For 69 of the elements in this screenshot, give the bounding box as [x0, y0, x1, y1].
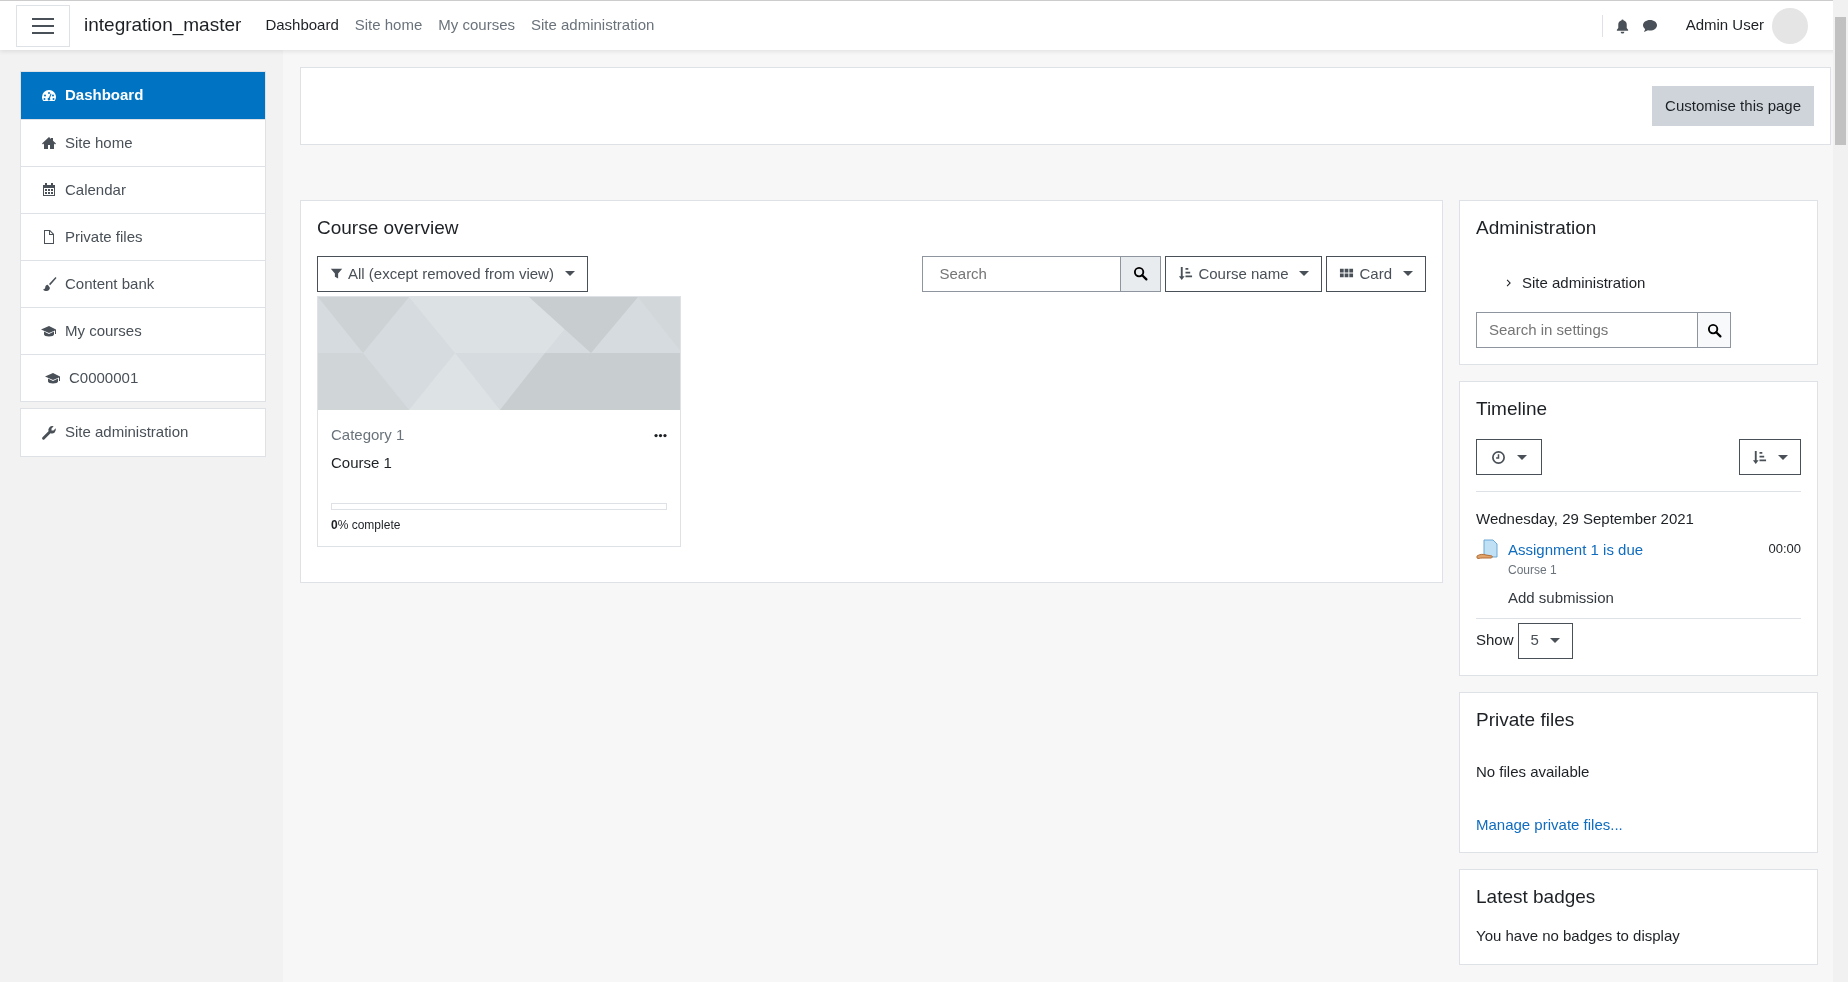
page-size-dropdown[interactable]: 5 [1517, 622, 1573, 659]
nav-link[interactable]: My courses [430, 14, 523, 37]
scrollbar-thumb[interactable] [1835, 17, 1846, 145]
graduation-cap-icon [41, 323, 57, 339]
file-icon [41, 229, 57, 245]
search-icon [1133, 266, 1149, 282]
block-title: Course overview [317, 217, 460, 240]
wrench-icon [41, 424, 57, 441]
settings-search-field[interactable]: Search in settings [1476, 312, 1698, 349]
block-title: Latest badges [1476, 886, 1597, 910]
caret-icon [1549, 638, 1560, 644]
brush-icon [41, 276, 57, 292]
caret-icon [1403, 271, 1413, 277]
bell-icon[interactable] [1614, 17, 1630, 34]
show-label: Show [1476, 630, 1514, 651]
sidebar-item[interactable]: Dashboard [21, 72, 265, 119]
sidebar-item[interactable]: C0000001 [21, 354, 265, 401]
user-name[interactable]: Admin User [1685, 14, 1764, 37]
empty-message: You have no badges to display [1476, 926, 1681, 947]
block-title: Timeline [1476, 398, 1549, 422]
caret-icon [564, 271, 575, 277]
menu-icon [32, 17, 54, 34]
action-link[interactable]: Add submission [1508, 587, 1614, 610]
sidebar-item[interactable]: Site home [21, 119, 265, 166]
sort-dropdown[interactable]: Course name [1165, 255, 1323, 292]
graduation-cap-icon [45, 370, 61, 386]
sidebar-item[interactable]: Private files [21, 213, 265, 260]
search-button[interactable] [1121, 255, 1162, 292]
calendar-icon [41, 182, 57, 198]
nav-link[interactable]: Dashboard [257, 14, 347, 37]
nav-link[interactable]: Site home [346, 14, 431, 37]
sidebar-item[interactable]: Site administration [21, 409, 265, 456]
view-dropdown[interactable]: Card [1326, 255, 1426, 292]
event-course: Course 1 [1508, 562, 1558, 580]
scrollbar[interactable] [1833, 0, 1848, 982]
menu-button[interactable] [16, 4, 70, 47]
search-field[interactable]: Search [922, 255, 1122, 292]
caret-icon [1778, 454, 1788, 460]
tree-item[interactable]: Site administration [1504, 271, 1801, 295]
dashboard-icon [41, 87, 57, 104]
nav-link[interactable]: Site administration [523, 14, 663, 37]
sort-icon [1178, 266, 1194, 282]
filter-icon [330, 267, 343, 281]
filter-dropdown[interactable]: All (except removed from view) [317, 255, 588, 292]
sort-dropdown[interactable] [1739, 439, 1801, 476]
sort-icon [1752, 449, 1767, 465]
chat-icon[interactable] [1641, 17, 1658, 34]
clock-icon [1491, 449, 1506, 465]
date-filter-dropdown[interactable] [1476, 439, 1542, 476]
customise-button[interactable]: Customise this page [1652, 85, 1814, 127]
sidebar-item[interactable]: Content bank [21, 260, 265, 307]
block-title: Private files [1476, 708, 1576, 732]
timeline-date: Wednesday, 29 September 2021 [1476, 509, 1695, 530]
search-button[interactable] [1698, 312, 1731, 349]
home-icon [41, 135, 57, 151]
manage-files-link[interactable]: Manage private files... [1476, 813, 1623, 837]
caret-icon [1299, 271, 1310, 277]
block-title: Administration [1476, 217, 1598, 240]
progress-text: 0% complete [331, 516, 402, 534]
event-time: 00:00 [1768, 539, 1801, 558]
caret-icon [1517, 454, 1527, 460]
sidebar-item[interactable]: Calendar [21, 166, 265, 213]
search-icon [1706, 322, 1722, 338]
site-name[interactable]: integration_master [84, 11, 242, 40]
course-name[interactable]: Course 1 [331, 452, 667, 475]
course-category: Category 1 [331, 424, 405, 445]
empty-message: No files available [1476, 762, 1591, 783]
sidebar-item[interactable]: My courses [21, 307, 265, 354]
event-link[interactable]: Assignment 1 is due [1508, 538, 1761, 562]
